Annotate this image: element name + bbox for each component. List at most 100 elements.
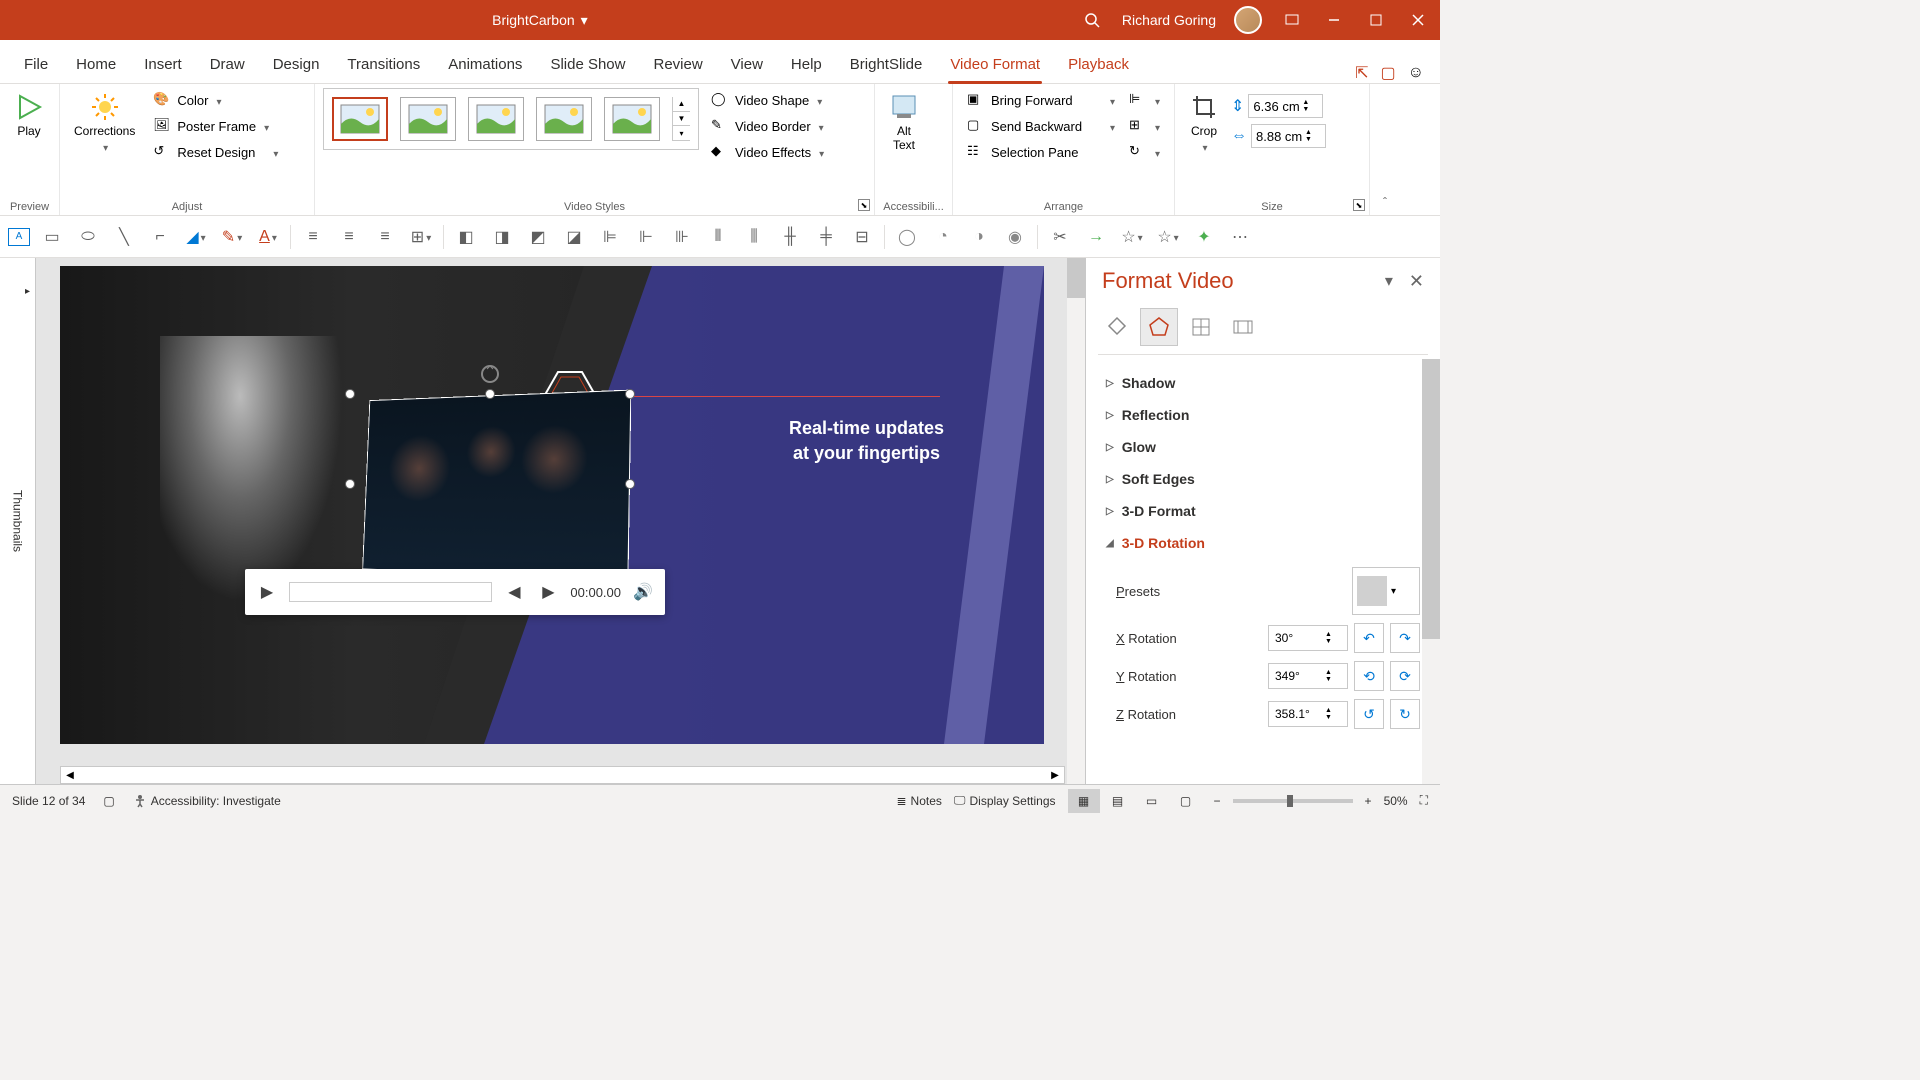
distribute-icon[interactable]: ⊟: [848, 223, 876, 251]
x-rotation-input[interactable]: 30°▲▼: [1268, 625, 1348, 651]
rotate-x-right-icon[interactable]: ↷: [1390, 623, 1420, 653]
star-alt-icon[interactable]: ☆: [1154, 223, 1182, 251]
crop-tool-icon[interactable]: ✂: [1046, 223, 1074, 251]
send-backward-button[interactable]: ▢Send Backward⊞: [961, 114, 1166, 138]
crop-button[interactable]: Crop: [1183, 88, 1225, 158]
align-objects-1-icon[interactable]: ⊫: [596, 223, 624, 251]
display-settings-button[interactable]: 🖵 Display Settings: [954, 793, 1056, 808]
video-effects-button[interactable]: ◆Video Effects: [705, 140, 830, 164]
pane-options-icon[interactable]: ▾: [1385, 271, 1393, 292]
font-color-icon[interactable]: A: [254, 223, 282, 251]
ellipse-shape-icon[interactable]: ⬭: [74, 223, 102, 251]
section-shadow[interactable]: ▷Shadow: [1086, 367, 1440, 399]
reading-view-icon[interactable]: ▭: [1136, 789, 1168, 813]
gallery-scroll[interactable]: ▲▼▾: [672, 97, 690, 141]
align-center-v-icon[interactable]: ╪: [812, 223, 840, 251]
rotate-y-up-icon[interactable]: ⟲: [1354, 661, 1384, 691]
poster-frame-button[interactable]: 🖼Poster Frame: [147, 114, 284, 138]
resize-handle-mr[interactable]: [625, 479, 635, 489]
height-input[interactable]: 6.36 cm▲▼: [1248, 94, 1323, 118]
more-icon[interactable]: ⋯: [1226, 223, 1254, 251]
y-rotation-input[interactable]: 349°▲▼: [1268, 663, 1348, 689]
color-button[interactable]: 🎨Color: [147, 88, 284, 112]
tab-brightslide[interactable]: BrightSlide: [836, 46, 937, 83]
horizontal-scrollbar[interactable]: ◀▶: [60, 766, 1065, 784]
tab-design[interactable]: Design: [259, 46, 334, 83]
align-center-icon[interactable]: ≡: [335, 223, 363, 251]
accessibility-status[interactable]: Accessibility: Investigate: [133, 794, 281, 808]
tab-playback[interactable]: Playback: [1054, 46, 1143, 83]
connector-icon[interactable]: ⌐: [146, 223, 174, 251]
section-reflection[interactable]: ▷Reflection: [1086, 399, 1440, 431]
align-right-icon[interactable]: ≡: [371, 223, 399, 251]
distribute-h-icon[interactable]: ⫴: [704, 223, 732, 251]
maximize-icon[interactable]: [1364, 8, 1388, 32]
section-3d-format[interactable]: ▷3-D Format: [1086, 495, 1440, 527]
section-soft-edges[interactable]: ▷Soft Edges: [1086, 463, 1440, 495]
pane-tab-size[interactable]: [1182, 308, 1220, 346]
merge-fragment-icon[interactable]: ◑: [965, 223, 993, 251]
tab-review[interactable]: Review: [639, 46, 716, 83]
group-icon[interactable]: ⊞: [1129, 117, 1147, 135]
rotation-handle[interactable]: [480, 364, 500, 384]
spell-check-icon[interactable]: ▢: [103, 794, 114, 808]
presets-dropdown[interactable]: ▾: [1352, 567, 1420, 615]
play-button[interactable]: Play: [8, 88, 50, 142]
tab-home[interactable]: Home: [62, 46, 130, 83]
tab-help[interactable]: Help: [777, 46, 836, 83]
video-border-button[interactable]: ✎Video Border: [705, 114, 830, 138]
document-name[interactable]: BrightCarbon: [492, 12, 575, 28]
align-left-icon[interactable]: ≡: [299, 223, 327, 251]
video-style-2[interactable]: [400, 97, 456, 141]
tab-transitions[interactable]: Transitions: [333, 46, 434, 83]
arrow-icon[interactable]: →: [1082, 223, 1110, 251]
video-style-3[interactable]: [468, 97, 524, 141]
arrange-4-icon[interactable]: ◪: [560, 223, 588, 251]
media-play-icon[interactable]: ▶: [255, 580, 279, 604]
line-shape-icon[interactable]: ╲: [110, 223, 138, 251]
align-dropdown-icon[interactable]: ⊞: [407, 223, 435, 251]
zoom-in-icon[interactable]: +: [1365, 794, 1372, 808]
normal-view-icon[interactable]: ▦: [1068, 789, 1100, 813]
alt-text-button[interactable]: Alt Text: [883, 88, 925, 156]
expand-icon[interactable]: ▸: [22, 286, 33, 297]
slideshow-view-icon[interactable]: ▢: [1170, 789, 1202, 813]
pane-tab-video[interactable]: [1224, 308, 1262, 346]
video-style-5[interactable]: [604, 97, 660, 141]
align-middle-icon[interactable]: ╫: [776, 223, 804, 251]
search-icon[interactable]: [1080, 8, 1104, 32]
tab-slide-show[interactable]: Slide Show: [536, 46, 639, 83]
tab-video-format[interactable]: Video Format: [936, 46, 1054, 83]
merge-combine-icon[interactable]: ◔: [929, 223, 957, 251]
tab-draw[interactable]: Draw: [196, 46, 259, 83]
close-icon[interactable]: [1406, 8, 1430, 32]
ribbon-display-icon[interactable]: [1280, 8, 1304, 32]
star-icon[interactable]: ☆: [1118, 223, 1146, 251]
resize-handle-tc[interactable]: [485, 389, 495, 399]
bring-forward-button[interactable]: ▣Bring Forward⊫: [961, 88, 1166, 112]
align-icon[interactable]: ⊫: [1129, 91, 1147, 109]
rectangle-shape-icon[interactable]: ▭: [38, 223, 66, 251]
media-progress-bar[interactable]: [289, 582, 492, 602]
z-rotation-input[interactable]: 358.1°▲▼: [1268, 701, 1348, 727]
slide-counter[interactable]: Slide 12 of 34: [12, 794, 85, 808]
notes-button[interactable]: ≣ Notes: [896, 794, 941, 808]
reset-design-button[interactable]: ↺Reset Design: [147, 140, 284, 164]
zoom-out-icon[interactable]: −: [1214, 794, 1221, 808]
video-style-1[interactable]: [332, 97, 388, 141]
video-style-4[interactable]: [536, 97, 592, 141]
dialog-launcher[interactable]: ⬊: [858, 199, 870, 211]
tab-file[interactable]: File: [10, 46, 62, 83]
merge-union-icon[interactable]: ◯: [893, 223, 921, 251]
media-prev-icon[interactable]: ◀: [502, 580, 526, 604]
share-icon[interactable]: ⇱: [1355, 63, 1368, 83]
tab-view[interactable]: View: [717, 46, 777, 83]
textbox-icon[interactable]: A: [8, 228, 30, 246]
media-volume-icon[interactable]: 🔊: [631, 580, 655, 604]
animation-icon[interactable]: ✦: [1190, 223, 1218, 251]
fill-color-icon[interactable]: ◢: [182, 223, 210, 251]
comments-icon[interactable]: ▢: [1381, 63, 1396, 83]
pane-tab-fill[interactable]: [1098, 308, 1136, 346]
rotate-y-down-icon[interactable]: ⟳: [1390, 661, 1420, 691]
arrange-1-icon[interactable]: ◧: [452, 223, 480, 251]
